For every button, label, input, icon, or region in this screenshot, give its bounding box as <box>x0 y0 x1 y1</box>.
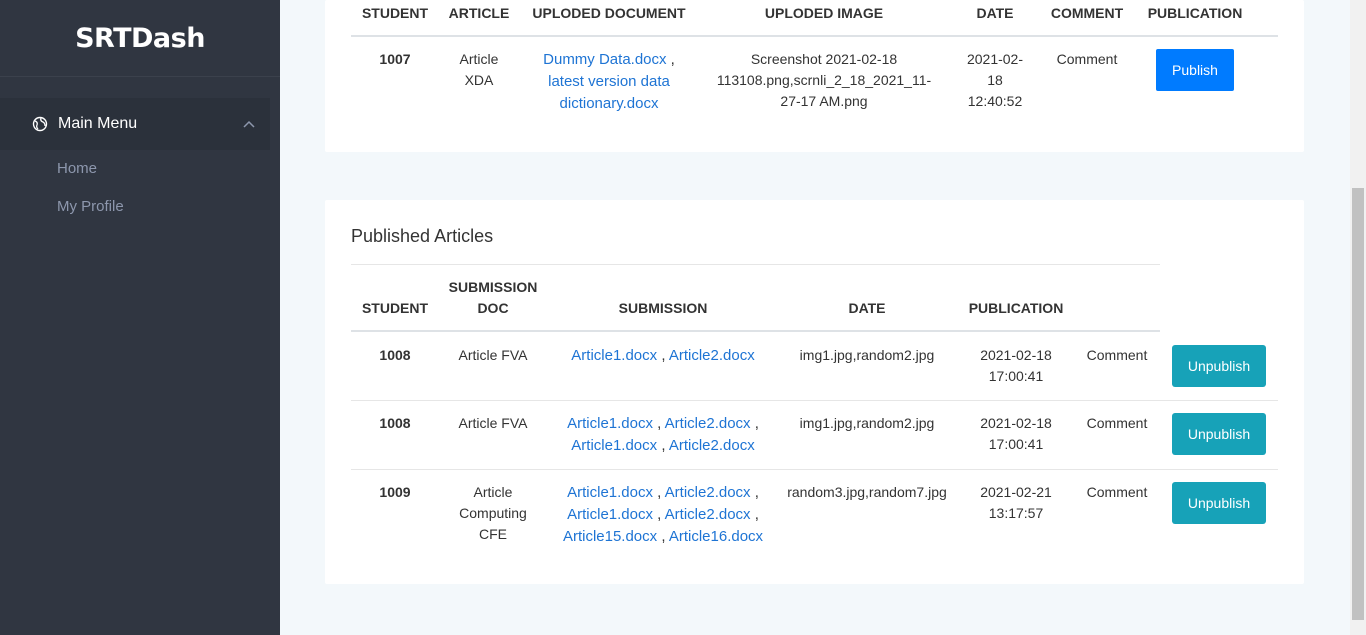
cell-student: 1009 <box>379 484 411 500</box>
cell-images: random3.jpg,random7.jpg <box>787 484 947 500</box>
file-link[interactable]: Article1.docx <box>567 415 653 432</box>
cell-submission-doc: Article FVA <box>458 347 528 363</box>
unpublish-button[interactable]: Unpublish <box>1172 345 1266 387</box>
cell-uploaded-document: Dummy Data.docx , latest version data di… <box>519 49 699 115</box>
cell-uploaded-image: Screenshot 2021-02-18 113108.png,scrnli_… <box>713 49 935 112</box>
cell-date: 2021-02-18 17:00:41 <box>966 413 1066 455</box>
globe-icon <box>32 116 48 132</box>
cell-article-line: XDA <box>464 72 494 88</box>
file-link[interactable]: Article2.docx <box>669 437 755 454</box>
cell-student: 1008 <box>379 347 411 363</box>
cell-comment: Comment <box>1086 484 1148 500</box>
col-header-date: DATE <box>976 5 1014 21</box>
row-divider <box>351 400 1278 401</box>
file-link[interactable]: Article1.docx <box>571 437 657 454</box>
cell-student: 1008 <box>379 415 411 431</box>
date-line: 2021-02-21 <box>980 484 1052 500</box>
page-title: Published Articles <box>351 226 494 246</box>
col-header-student: STUDENT <box>361 5 429 21</box>
doc-line: Computing <box>459 505 527 521</box>
doc-line: CFE <box>479 526 507 542</box>
chevron-up-icon <box>242 117 256 131</box>
cell-submission-doc: Article FVA <box>458 415 528 431</box>
cell-article: Article XDA <box>439 49 519 91</box>
cell-comment: Comment <box>1086 415 1148 431</box>
col-header-student: STUDENT <box>361 300 429 316</box>
date-line: 2021-02-18 <box>980 347 1052 363</box>
published-articles-card: Published Articles STUDENT SUBMISSION DO… <box>325 200 1304 584</box>
col-header-uploaded-image: UPLODED IMAGE <box>764 5 884 21</box>
cell-date: 2021-02-18 17:00:41 <box>966 345 1066 387</box>
cell-submission-files: Article1.docx , Article2.docx , Article1… <box>562 484 764 545</box>
unpublish-button[interactable]: Unpublish <box>1172 482 1266 524</box>
scrollbar[interactable] <box>1350 0 1366 635</box>
header-line: DOC <box>477 300 509 316</box>
logo-area: SRTDash <box>0 0 280 77</box>
cell-images: img1.jpg,random2.jpg <box>799 347 935 363</box>
date-line: 17:00:41 <box>988 436 1044 452</box>
col-header-submission: SUBMISSION <box>618 300 708 316</box>
cell-comment: Comment <box>1086 347 1148 363</box>
header-line: SUBMISSION <box>448 279 538 295</box>
date-line: 17:00:41 <box>988 368 1044 384</box>
cell-date: 2021-02- 18 12:40:52 <box>955 49 1035 112</box>
file-link[interactable]: Article15.docx <box>563 528 657 545</box>
cell-student: 1007 <box>379 51 411 67</box>
col-header-article: ARTICLE <box>448 5 510 21</box>
col-header-uploaded-document: UPLODED DOCUMENT <box>532 5 686 21</box>
col-header-date: DATE <box>848 300 886 316</box>
file-link[interactable]: Article1.docx <box>567 506 653 523</box>
col-header-comment: COMMENT <box>1050 5 1124 21</box>
document-link[interactable]: Dummy Data.docx <box>543 51 666 68</box>
cell-submission-files: Article1.docx , Article2.docx , Article1… <box>567 415 759 454</box>
file-link[interactable]: Article1.docx <box>571 347 657 364</box>
scrollbar-thumb[interactable] <box>1352 188 1364 620</box>
cell-submission-files: Article1.docx , Article2.docx <box>571 347 755 364</box>
unpublish-button[interactable]: Unpublish <box>1172 413 1266 455</box>
document-link[interactable]: dictionary.docx <box>560 95 659 112</box>
document-link[interactable]: latest version data <box>548 73 670 90</box>
main-menu-label: Main Menu <box>58 115 138 132</box>
file-link[interactable]: Article2.docx <box>669 347 755 364</box>
file-link[interactable]: Article2.docx <box>665 415 751 432</box>
logo[interactable]: SRTDash <box>75 23 205 54</box>
image-line: 113108.png,scrnli_2_18_2021_11- <box>716 72 932 88</box>
header-divider <box>351 330 1160 332</box>
row-divider <box>351 469 1278 470</box>
image-line: Screenshot 2021-02-18 <box>750 51 898 67</box>
publish-button[interactable]: Publish <box>1156 49 1234 91</box>
date-line: 2021-02- <box>966 51 1024 67</box>
col-header-publication: PUBLICATION <box>1147 5 1243 21</box>
date-line: 13:17:57 <box>988 505 1044 521</box>
date-line: 12:40:52 <box>967 93 1023 109</box>
date-line: 2021-02-18 <box>980 415 1052 431</box>
file-link[interactable]: Article2.docx <box>665 484 751 501</box>
sidebar-item-my-profile[interactable]: My Profile <box>57 188 124 226</box>
pending-submissions-card: STUDENT ARTICLE UPLODED DOCUMENT UPLODED… <box>325 0 1304 152</box>
submenu: Home My Profile <box>57 150 124 226</box>
image-line: 27-17 AM.png <box>780 93 868 109</box>
cell-images: img1.jpg,random2.jpg <box>799 415 935 431</box>
cell-comment: Comment <box>1056 51 1118 67</box>
main-menu-toggle[interactable]: Main Menu <box>0 98 270 150</box>
cell-submission-doc: Article Computing CFE <box>443 482 543 545</box>
cell-article-line: Article <box>459 51 499 67</box>
file-link[interactable]: Article2.docx <box>665 506 751 523</box>
title-divider <box>351 264 1160 265</box>
col-header-submission-doc: SUBMISSION DOC <box>443 277 543 319</box>
cell-date: 2021-02-21 13:17:57 <box>966 482 1066 524</box>
col-header-publication: PUBLICATION <box>968 300 1064 316</box>
sidebar-item-home[interactable]: Home <box>57 150 124 188</box>
separator: , <box>666 51 675 68</box>
sidebar: SRTDash Main Menu Home My Profile <box>0 0 280 635</box>
doc-line: Article <box>473 484 513 500</box>
header-divider <box>351 35 1278 37</box>
file-link[interactable]: Article16.docx <box>669 528 763 545</box>
file-link[interactable]: Article1.docx <box>567 484 653 501</box>
date-line: 18 <box>987 72 1003 88</box>
